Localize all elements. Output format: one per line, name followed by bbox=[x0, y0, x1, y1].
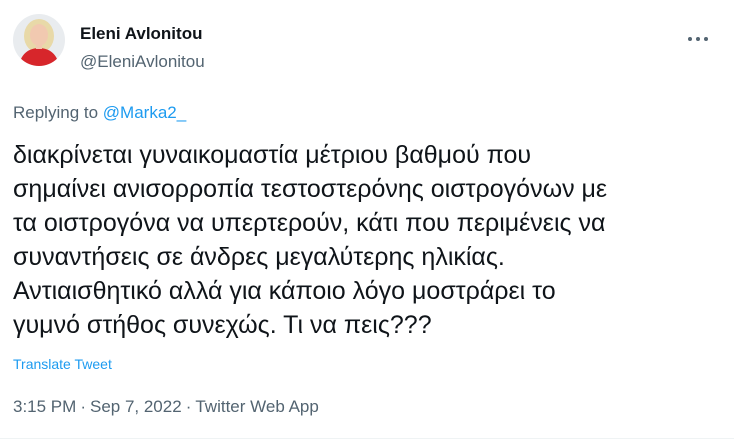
tweet-text-line: τα οιστρογόνα να υπερτερούν, κάτι που πε… bbox=[13, 209, 606, 237]
author-name[interactable]: Eleni Avlonitou bbox=[80, 24, 202, 44]
translate-tweet-link[interactable]: Translate Tweet bbox=[13, 356, 112, 372]
tweet-time[interactable]: 3:15 PM bbox=[13, 397, 76, 416]
tweet-text-line: γυμνό στήθος συνεχώς. Τι να πεις??? bbox=[13, 311, 432, 339]
dot bbox=[696, 37, 700, 41]
tweet-text: διακρίνεται γυναικομαστία μέτριου βαθμού… bbox=[13, 138, 728, 342]
avatar[interactable] bbox=[13, 14, 65, 66]
tweet-metadata: 3:15 PM · Sep 7, 2022 · Twitter Web App bbox=[13, 397, 319, 417]
tweet-date[interactable]: Sep 7, 2022 bbox=[90, 397, 182, 416]
tweet-source[interactable]: Twitter Web App bbox=[195, 397, 318, 416]
author-handle[interactable]: @EleniAvlonitou bbox=[80, 52, 205, 72]
separator: · bbox=[185, 397, 192, 416]
tweet-text-line: διακρίνεται γυναικομαστία μέτριου βαθμού… bbox=[13, 141, 532, 169]
replying-to-label: Replying to bbox=[13, 103, 99, 122]
tweet: Eleni Avlonitou @EleniAvlonitou Replying… bbox=[0, 0, 734, 439]
tweet-text-line: συναντήσεις σε άνδρες μεγαλύτερης ηλικία… bbox=[13, 243, 505, 271]
tweet-text-line: Αντιαισθητικό αλλά για κάποιο λόγο μοστρ… bbox=[13, 277, 556, 305]
tweet-text-line: σημαίνει ανισορροπία τεστοστερόνης οιστρ… bbox=[13, 175, 608, 203]
dot bbox=[704, 37, 708, 41]
replying-to-link[interactable]: @Marka2_ bbox=[103, 103, 186, 122]
more-options-icon[interactable] bbox=[688, 28, 718, 41]
separator: · bbox=[80, 397, 86, 416]
avatar-image bbox=[13, 14, 65, 66]
dot bbox=[688, 37, 692, 41]
replying-to: Replying to @Marka2_ bbox=[13, 103, 186, 123]
